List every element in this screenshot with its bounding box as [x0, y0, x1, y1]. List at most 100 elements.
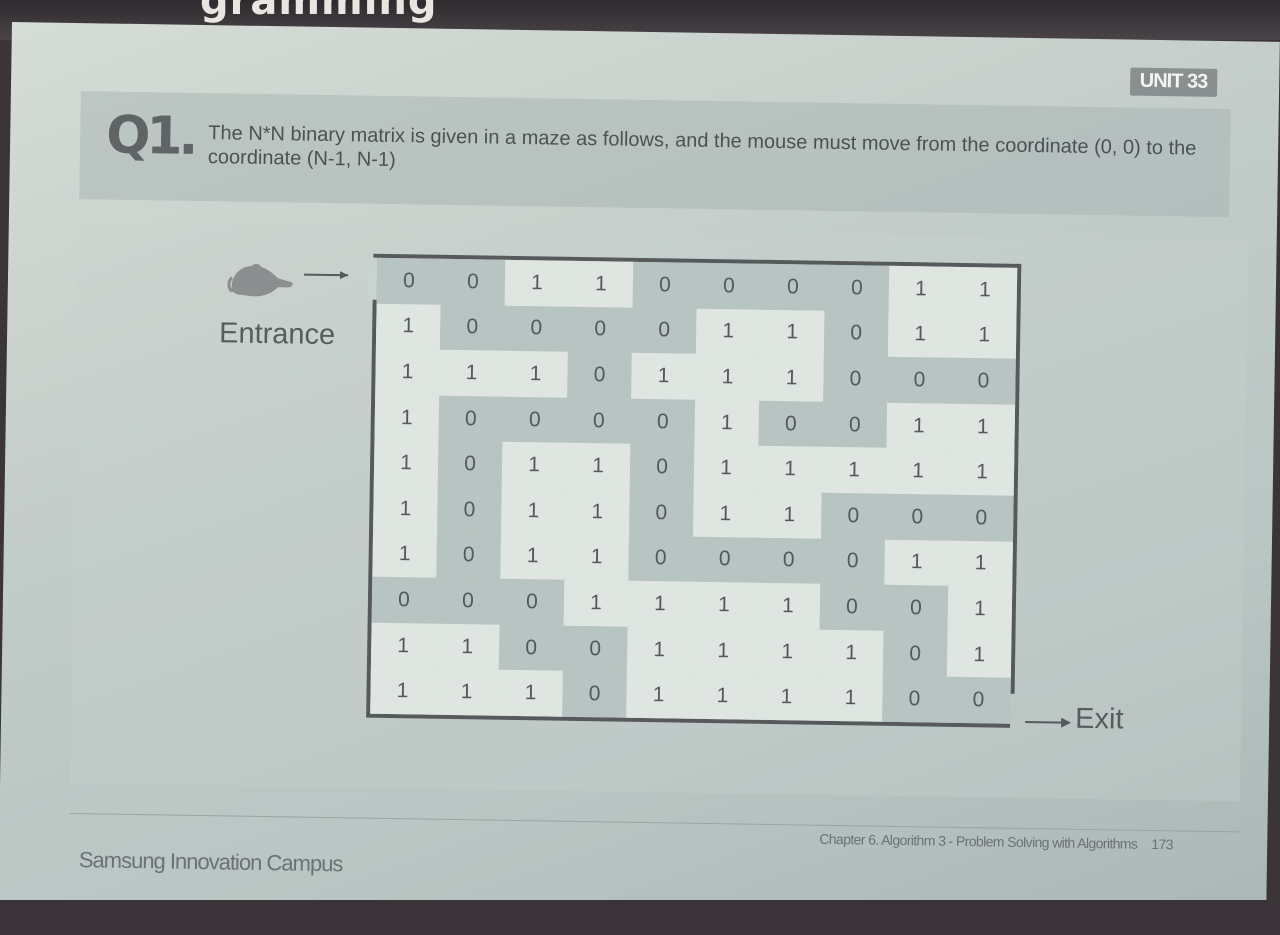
maze-cell: 1	[501, 442, 567, 489]
maze-cell: 0	[437, 486, 502, 534]
maze-cell: 0	[629, 489, 694, 537]
maze-cell: 0	[948, 494, 1014, 542]
maze-cell: 0	[760, 263, 826, 311]
maze-cell: 1	[626, 672, 691, 719]
maze-cell: 0	[436, 532, 502, 579]
maze-cell: 0	[692, 536, 757, 583]
maze-cell: 0	[630, 398, 696, 446]
maze-cell: 0	[884, 493, 950, 541]
slide: UNIT 33 Q1. The N*N binary matrix is giv…	[0, 22, 1280, 934]
maze-cell: 0	[824, 264, 890, 312]
maze-cell: 1	[754, 628, 820, 676]
arrow-right-icon	[1025, 717, 1072, 728]
maze-cell: 1	[950, 403, 1016, 451]
maze-cell: 0	[887, 356, 952, 404]
maze-cell: 0	[566, 397, 632, 445]
maze-cell: 1	[373, 440, 439, 487]
maze-cell: 1	[627, 580, 693, 628]
maze-cell: 1	[756, 491, 822, 539]
maze-cell: 1	[375, 348, 440, 396]
maze-cell: 0	[823, 355, 888, 403]
maze-cell: 0	[437, 441, 503, 488]
maze-cell: 1	[564, 534, 630, 581]
maze-cell: 1	[951, 312, 1017, 359]
maze-cell: 0	[946, 677, 1011, 724]
maze-cell: 1	[754, 674, 819, 721]
maze-cell: 1	[375, 303, 441, 350]
maze-cell: 0	[503, 305, 569, 352]
arrow-right-icon	[304, 271, 349, 280]
maze-cell: 1	[818, 629, 884, 677]
maze-cell: 1	[626, 626, 692, 674]
maze-cell: 0	[371, 576, 437, 624]
footer-brand: Samsung Innovation Campus	[78, 847, 343, 877]
maze-cell: 1	[434, 623, 500, 671]
maze-entry-opening	[368, 257, 378, 300]
maze-cell: 1	[568, 260, 634, 308]
maze-cell: 1	[563, 579, 629, 627]
maze-cell: 1	[755, 582, 821, 630]
maze-cell: 1	[952, 266, 1018, 314]
maze-cell: 1	[949, 449, 1015, 496]
maze-cell: 0	[435, 577, 501, 625]
maze-exit-opening	[1009, 693, 1019, 740]
maze-cell: 0	[882, 630, 948, 678]
maze-matrix: 0011000011100001101111101110001000010011…	[366, 253, 1022, 728]
maze-cell: 0	[562, 671, 627, 718]
maze-cell: 0	[696, 262, 762, 310]
maze-cell: 0	[439, 304, 505, 351]
maze-cell: 0	[440, 258, 506, 306]
maze-cell: 0	[567, 306, 633, 353]
maze-cell: 1	[498, 670, 563, 717]
maze-cell: 1	[695, 353, 760, 401]
maze-cell: 0	[823, 310, 889, 357]
maze-cell: 1	[885, 448, 951, 495]
maze-cell: 1	[821, 447, 887, 494]
maze-cell: 1	[946, 631, 1012, 679]
maze-cell: 0	[819, 583, 885, 631]
exit-label: Exit	[1074, 702, 1124, 736]
maze-cell: 1	[373, 485, 438, 533]
maze-cell: 1	[434, 669, 499, 716]
maze-cell: 0	[502, 396, 568, 444]
maze-cell: 0	[758, 400, 824, 448]
maze-cell: 0	[628, 535, 694, 582]
maze-cell: 1	[693, 445, 759, 492]
previous-slide-title: gramming	[200, 0, 438, 24]
maze-cell: 0	[629, 444, 695, 491]
maze-cell: 1	[439, 349, 504, 397]
maze-cell: 0	[631, 307, 697, 354]
maze-cell: 0	[820, 538, 885, 585]
maze-cell: 1	[759, 309, 825, 356]
maze-cell: 1	[884, 539, 949, 586]
maze-cell: 0	[632, 261, 698, 309]
maze-cell: 1	[693, 490, 758, 538]
maze-cell: 0	[438, 395, 504, 443]
maze-cell: 1	[565, 488, 630, 536]
maze-cell: 0	[498, 624, 564, 672]
maze-cell: 0	[376, 257, 442, 305]
footer-chapter: Chapter 6. Algorithm 3 - Problem Solving…	[819, 831, 1173, 853]
maze-cell: 1	[565, 443, 631, 490]
entrance-label: Entrance	[218, 317, 336, 352]
maze-grid: 0011000011100001101111101110001000010011…	[370, 257, 1018, 724]
page-number: 173	[1151, 835, 1174, 853]
maze-cell: 1	[690, 673, 755, 720]
maze-cell: 1	[759, 354, 824, 402]
maze-cell: 1	[695, 308, 761, 355]
maze-cell: 1	[690, 627, 756, 675]
maze-cell: 0	[499, 578, 565, 626]
maze-cell: 1	[947, 585, 1013, 633]
maze-cell: 1	[631, 352, 696, 400]
question-number: Q1.	[105, 105, 195, 167]
maze-cell: 1	[886, 402, 952, 450]
maze-cell: 1	[504, 259, 570, 307]
maze-cell: 0	[567, 351, 632, 399]
maze-cell: 1	[948, 540, 1013, 587]
maze-cell: 0	[562, 625, 628, 673]
maze-cell: 0	[820, 492, 886, 540]
maze-cell: 1	[888, 265, 954, 313]
maze-cell: 1	[503, 350, 568, 398]
maze-cell: 0	[951, 357, 1016, 405]
maze-cell: 0	[822, 401, 888, 449]
